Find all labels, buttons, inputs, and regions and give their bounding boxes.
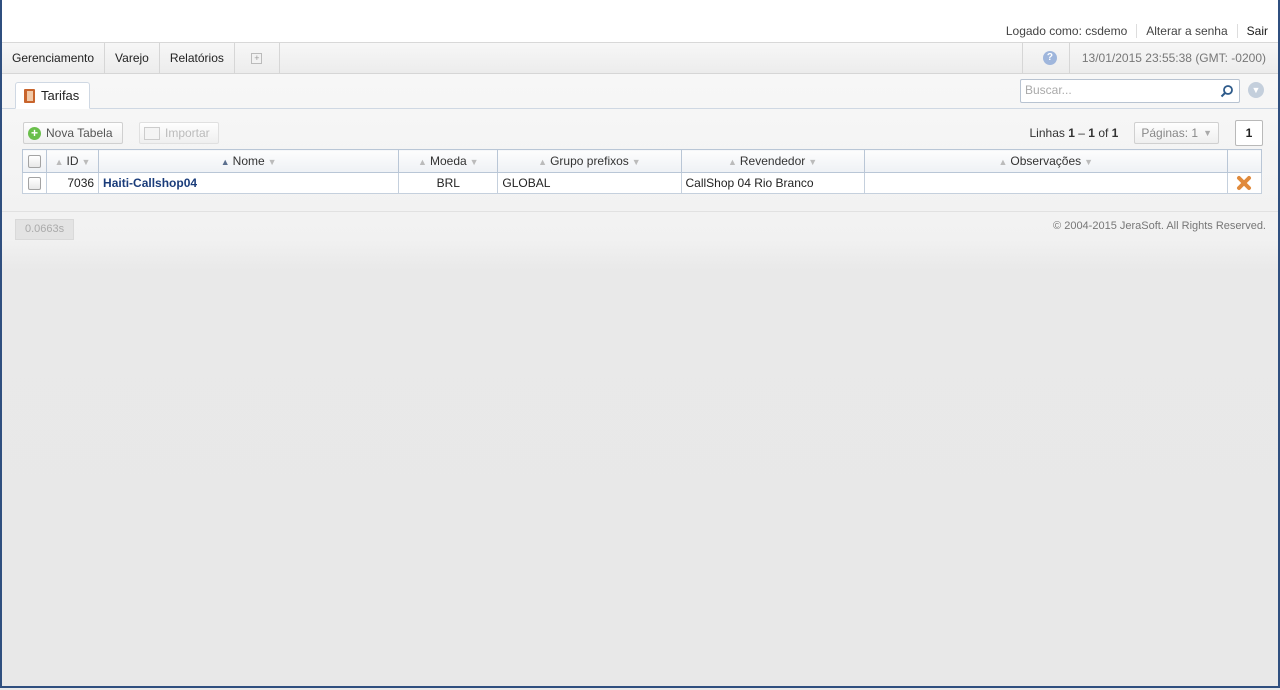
- rows-dash: –: [1078, 126, 1085, 140]
- sort-desc-icon[interactable]: ▼: [632, 157, 641, 167]
- page-button-1[interactable]: 1: [1235, 120, 1263, 146]
- rows-prefix: Linhas: [1029, 126, 1065, 140]
- rates-table: ▲ ID ▼ ▲ Nome ▼ ▲ Moeda ▼ ▲ Grupo prefixos ▼ ▲ Re…: [21, 149, 1263, 194]
- rows-counter: Linhas 1 – 1 of 1: [1030, 126, 1119, 140]
- new-table-label: Nova Tabela: [46, 126, 113, 140]
- pages-label: Páginas: 1: [1141, 126, 1199, 140]
- column-label: ID: [66, 154, 79, 168]
- render-time-badge: 0.0663s: [15, 219, 75, 240]
- pages-dropdown[interactable]: Páginas: 1 ▼: [1134, 122, 1219, 144]
- import-icon: [144, 126, 160, 140]
- menu-item-varejo[interactable]: Varejo: [105, 43, 160, 73]
- change-password-link[interactable]: Alterar a senha: [1136, 24, 1236, 38]
- footer-divider: [2, 211, 1278, 212]
- column-header-nome[interactable]: ▲ Nome ▼: [98, 149, 400, 173]
- menu-item-gerenciamento[interactable]: Gerenciamento: [2, 43, 106, 73]
- tab-label: Tarifas: [41, 88, 80, 103]
- cell-prefix-group: GLOBAL: [497, 172, 682, 194]
- new-table-button[interactable]: + Nova Tabela: [23, 122, 123, 144]
- user-links: Logado como: csdemo Alterar a senha Sair: [997, 24, 1270, 38]
- app-window: Logado como: csdemo Alterar a senha Sair…: [0, 0, 1280, 688]
- search-input[interactable]: [1021, 80, 1219, 100]
- row-checkbox[interactable]: [28, 177, 41, 191]
- sort-desc-icon[interactable]: ▼: [82, 157, 91, 167]
- help-icon[interactable]: ?: [1042, 51, 1057, 65]
- rows-from: 1: [1068, 126, 1075, 140]
- book-icon: [24, 88, 35, 103]
- cell-notes: [863, 172, 1228, 194]
- sort-asc-icon[interactable]: ▲: [418, 157, 427, 167]
- sort-desc-icon[interactable]: ▼: [268, 157, 277, 167]
- rate-table-link[interactable]: Haiti-Callshop04: [103, 176, 197, 190]
- import-button[interactable]: Importar: [139, 122, 219, 144]
- sort-desc-icon[interactable]: ▼: [808, 157, 817, 167]
- column-label: Moeda: [429, 154, 467, 168]
- rows-to: 1: [1088, 126, 1095, 140]
- select-all-checkbox[interactable]: [28, 155, 41, 169]
- cell-id: 7036: [46, 172, 100, 194]
- sort-asc-icon[interactable]: ▲: [55, 157, 64, 167]
- tab-strip: Tarifas ▼: [2, 74, 1278, 109]
- column-label: Grupo prefixos: [550, 154, 629, 168]
- copyright-text: © 2004-2015 JeraSoft. All Rights Reserve…: [1053, 220, 1266, 232]
- row-select-cell: [21, 172, 48, 194]
- sort-asc-icon[interactable]: ▲: [221, 157, 230, 167]
- logout-link[interactable]: Sair: [1236, 24, 1270, 38]
- column-header-moeda[interactable]: ▲ Moeda ▼: [398, 149, 499, 173]
- column-header-observacoes[interactable]: ▲ Observações ▼: [863, 149, 1228, 173]
- actions-header: [1226, 149, 1263, 173]
- tab-tarifas[interactable]: Tarifas: [15, 82, 91, 109]
- select-all-header: [21, 149, 48, 173]
- rows-of: of: [1098, 126, 1109, 140]
- rows-total: 1: [1111, 126, 1119, 140]
- cell-currency: BRL: [398, 172, 499, 194]
- chevron-down-icon: ▼: [1203, 128, 1212, 138]
- add-menu-button[interactable]: +: [235, 43, 280, 73]
- import-label: Importar: [165, 126, 210, 140]
- logged-as-label: Logado como: csdemo: [1005, 24, 1128, 38]
- column-header-grupo-prefixos[interactable]: ▲ Grupo prefixos ▼: [497, 149, 682, 173]
- add-icon: +: [28, 126, 41, 140]
- table-header-row: ▲ ID ▼ ▲ Nome ▼ ▲ Moeda ▼ ▲ Grupo prefixos ▼ ▲ Re…: [21, 149, 1263, 173]
- sort-asc-icon[interactable]: ▲: [728, 157, 737, 167]
- grid-toolbar: + Nova Tabela Importar Linhas 1 – 1 of 1…: [21, 120, 1263, 146]
- column-label: Revendedor: [739, 154, 806, 168]
- column-label: Nome: [232, 154, 265, 168]
- sort-asc-icon[interactable]: ▲: [999, 157, 1008, 167]
- main-menu-bar: Gerenciamento Varejo Relatórios + ? 13/0…: [2, 43, 1278, 74]
- sort-asc-icon[interactable]: ▲: [538, 157, 547, 167]
- server-datetime: 13/01/2015 23:55:38 (GMT: -0200): [1068, 43, 1278, 73]
- delete-icon[interactable]: [1236, 175, 1252, 191]
- search-icon[interactable]: [1220, 84, 1234, 98]
- plus-icon: +: [251, 52, 263, 64]
- help-area: ?: [1021, 43, 1069, 73]
- column-label: Observações: [1010, 154, 1082, 168]
- table-row: 7036 Haiti-Callshop04 BRL GLOBAL CallSho…: [21, 172, 1263, 194]
- menu-right-area: ? 13/01/2015 23:55:38 (GMT: -0200): [1021, 43, 1278, 73]
- chevron-down-icon[interactable]: ▼: [1248, 82, 1264, 98]
- row-actions-cell: [1226, 172, 1263, 194]
- cell-name: Haiti-Callshop04: [98, 172, 400, 194]
- sort-desc-icon[interactable]: ▼: [1084, 157, 1093, 167]
- search-box: [1020, 79, 1240, 103]
- cell-reseller: CallShop 04 Rio Branco: [680, 172, 865, 194]
- menu-item-relatorios[interactable]: Relatórios: [160, 43, 235, 73]
- pager: Linhas 1 – 1 of 1 Páginas: 1 ▼ 1: [1030, 120, 1263, 146]
- column-header-id[interactable]: ▲ ID ▼: [46, 149, 100, 173]
- column-header-revendedor[interactable]: ▲ Revendedor ▼: [680, 149, 865, 173]
- top-bar: Logado como: csdemo Alterar a senha Sair: [2, 0, 1278, 43]
- sort-desc-icon[interactable]: ▼: [470, 157, 479, 167]
